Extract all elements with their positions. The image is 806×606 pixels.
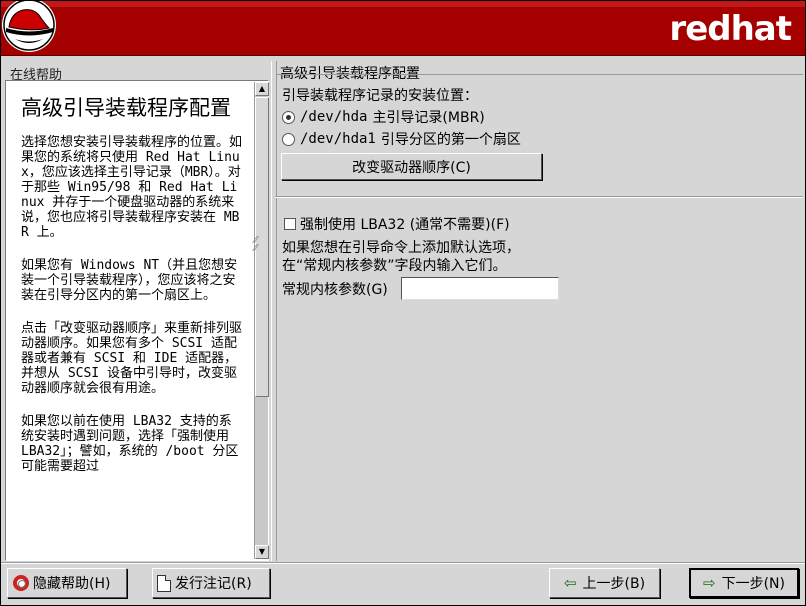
splitter-grip-icon[interactable]: ⁄⁄ ⁄⁄ <box>254 236 257 254</box>
installer-window: redhat 在线帮助 高级引导装载程序配置 选择您想安装引导装载程序的位置。如… <box>0 0 806 606</box>
group-label: 高级引导装载程序配置 <box>280 66 420 82</box>
radio-button[interactable] <box>282 132 295 146</box>
force-lba32-label: 强制使用 LBA32 (通常不需要)(F) <box>300 217 510 233</box>
footer-divider <box>1 562 805 564</box>
help-paragraph: 点击「改变驱动器顺序」来重新排列驱动器顺序。如果您有多个 SCSI 适配器或者兼… <box>21 321 243 396</box>
header-banner: redhat <box>1 1 805 56</box>
arrow-left-icon: ⇦ <box>563 574 577 592</box>
lifebuoy-icon <box>13 575 29 591</box>
help-content: 高级引导装载程序配置 选择您想安装引导装载程序的位置。如果您的系统将只使用 Re… <box>7 82 252 559</box>
radio-first-sector[interactable]: /dev/hda1 引导分区的第一个扇区 <box>282 129 521 149</box>
scroll-up-arrow-icon[interactable]: ▲ <box>255 82 269 96</box>
radio-label: 主引导记录(MBR) <box>372 110 485 126</box>
brand-wordmark: redhat <box>669 9 792 49</box>
next-label: 下一步(N) <box>721 576 785 592</box>
release-notes-button[interactable]: 发行注记(R) <box>152 568 270 598</box>
radio-device: /dev/hda <box>300 109 368 125</box>
radio-mbr[interactable]: /dev/hda 主引导记录(MBR) <box>282 107 485 127</box>
scroll-down-arrow-icon[interactable]: ▼ <box>255 545 269 559</box>
help-paragraph: 如果您以前在使用 LBA32 支持的系统安装时遇到问题，选择「强制使用 LBA3… <box>21 414 239 474</box>
help-paragraph: 如果您有 Windows NT（并且您想安装一个引导装载程序），您应该将之安装在… <box>21 258 238 303</box>
kernel-params-input[interactable] <box>401 277 559 300</box>
help-paragraph: 选择您想安装引导装载程序的位置。如果您的系统将只使用 Red Hat Linux… <box>21 135 243 240</box>
change-drive-order-button[interactable]: 改变驱动器顺序(C) <box>281 153 542 180</box>
next-button[interactable]: ⇨ 下一步(N) <box>689 568 799 598</box>
force-lba32-option[interactable]: 强制使用 LBA32 (通常不需要)(F) <box>284 214 510 234</box>
radio-button[interactable] <box>282 110 295 124</box>
arrow-right-icon: ⇨ <box>703 574 716 592</box>
kernel-info: 如果您想在引导命令上添加默认选项， 在“常规内核参数”字段内输入它们。 <box>282 240 520 274</box>
redhat-shadowman-icon <box>2 1 56 52</box>
help-title: 高级引导装载程序配置 <box>21 96 231 120</box>
help-panel: 高级引导装载程序配置 选择您想安装引导装载程序的位置。如果您的系统将只使用 Re… <box>5 80 269 561</box>
kernel-params-label: 常规内核参数(G) <box>282 282 388 298</box>
radio-device: /dev/hda1 <box>300 131 376 147</box>
hide-help-label: 隐藏帮助(H) <box>33 576 111 592</box>
back-label: 上一步(B) <box>582 576 646 592</box>
location-question: 引导装载程序记录的安装位置： <box>282 88 478 104</box>
pane-splitter[interactable] <box>271 61 277 561</box>
radio-label: 引导分区的第一个扇区 <box>380 132 521 148</box>
document-icon <box>157 574 171 592</box>
back-button[interactable]: ⇦ 上一步(B) <box>549 568 660 598</box>
help-scrollbar[interactable]: ▲ ▼ <box>254 82 269 559</box>
force-lba32-checkbox[interactable] <box>284 218 296 230</box>
divider <box>275 196 803 198</box>
release-notes-label: 发行注记(R) <box>175 576 252 592</box>
hide-help-button[interactable]: 隐藏帮助(H) <box>7 568 127 598</box>
